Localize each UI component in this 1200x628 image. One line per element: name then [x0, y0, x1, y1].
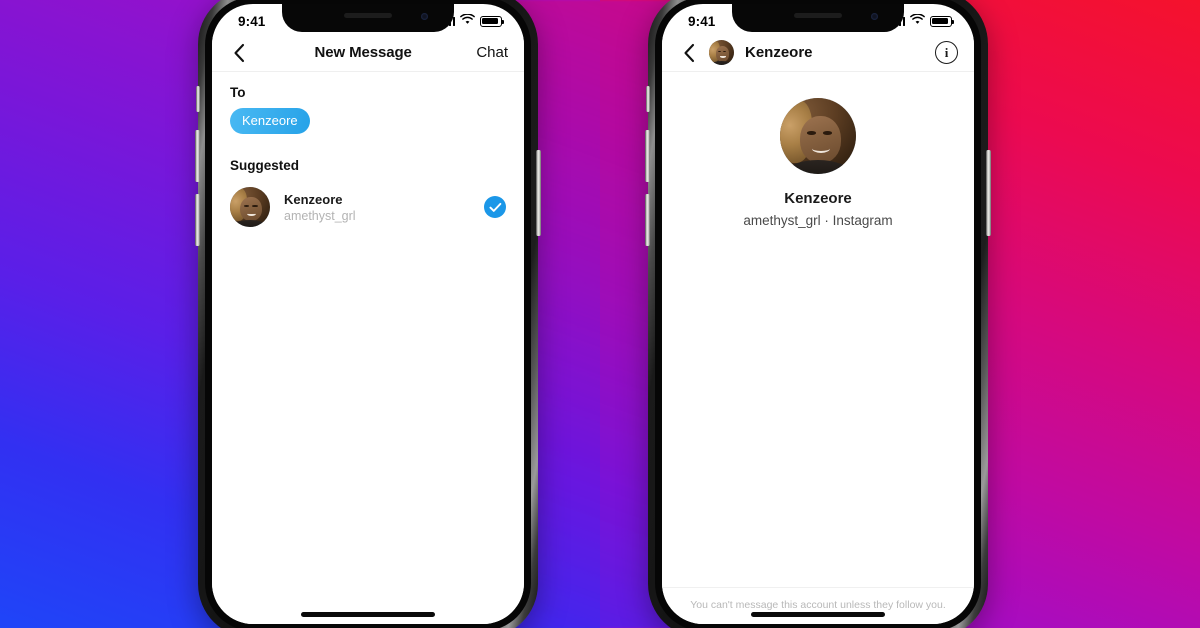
- to-label: To: [230, 85, 246, 100]
- volume-down-button[interactable]: [195, 194, 200, 246]
- notch: [732, 4, 904, 32]
- front-camera-icon: [871, 13, 878, 20]
- suggested-label: Suggested: [230, 158, 300, 173]
- back-button[interactable]: [678, 42, 700, 64]
- phone-screen-new-message: 9:41 New Message Chat To Kenzeore Sugges…: [212, 4, 524, 624]
- home-indicator[interactable]: [301, 612, 435, 617]
- silent-switch[interactable]: [646, 86, 650, 112]
- silent-switch[interactable]: [196, 86, 200, 112]
- avatar: [230, 187, 270, 227]
- profile-name: Kenzeore: [784, 190, 852, 207]
- restriction-notice: You can't message this account unless th…: [662, 587, 974, 624]
- volume-up-button[interactable]: [645, 130, 650, 182]
- power-button[interactable]: [536, 150, 541, 236]
- status-bar-time: 9:41: [688, 13, 716, 29]
- message-area: [662, 228, 974, 587]
- navbar-conversation: Kenzeore i: [662, 34, 974, 72]
- earpiece-speaker-icon: [344, 13, 392, 18]
- navbar-new-message: New Message Chat: [212, 34, 524, 72]
- contact-username: amethyst_grl: [284, 208, 356, 223]
- chevron-left-icon: [234, 43, 245, 62]
- new-message-body: To Kenzeore Suggested Kenzeore amethyst_…: [212, 72, 524, 624]
- power-button[interactable]: [986, 150, 991, 236]
- profile-meta: amethyst_grl · Instagram: [743, 213, 893, 228]
- page-title: New Message: [314, 44, 412, 61]
- profile-header: Kenzeore amethyst_grl · Instagram: [662, 72, 974, 228]
- phone-conversation: 9:41 Kenzeore i Kenzeore amethyst_grl · …: [645, 0, 991, 628]
- wifi-icon: [910, 12, 925, 30]
- chevron-left-icon: [684, 43, 695, 62]
- list-item[interactable]: Kenzeore amethyst_grl: [212, 173, 524, 227]
- contact-name: Kenzeore: [284, 191, 343, 207]
- recipient-chip[interactable]: Kenzeore: [230, 108, 310, 134]
- avatar[interactable]: [780, 98, 856, 174]
- list-item-text: Kenzeore amethyst_grl: [284, 192, 470, 223]
- page-title: Kenzeore: [745, 44, 813, 61]
- conversation-body: Kenzeore amethyst_grl · Instagram You ca…: [662, 72, 974, 624]
- status-bar-time: 9:41: [238, 13, 266, 29]
- phone-screen-conversation: 9:41 Kenzeore i Kenzeore amethyst_grl · …: [662, 4, 974, 624]
- notch: [282, 4, 454, 32]
- check-circle-icon[interactable]: [484, 196, 506, 218]
- recipient-chip-row: Kenzeore: [212, 100, 524, 134]
- wifi-icon: [460, 12, 475, 30]
- home-indicator[interactable]: [751, 612, 885, 617]
- battery-icon: [930, 15, 955, 27]
- avatar[interactable]: [709, 40, 734, 65]
- earpiece-speaker-icon: [794, 13, 842, 18]
- front-camera-icon: [421, 13, 428, 20]
- chat-button[interactable]: Chat: [476, 44, 508, 61]
- info-circle-icon[interactable]: i: [935, 41, 958, 64]
- battery-icon: [480, 15, 505, 27]
- back-button[interactable]: [228, 42, 250, 64]
- phone-new-message: 9:41 New Message Chat To Kenzeore Sugges…: [195, 0, 541, 628]
- volume-up-button[interactable]: [195, 130, 200, 182]
- volume-down-button[interactable]: [645, 194, 650, 246]
